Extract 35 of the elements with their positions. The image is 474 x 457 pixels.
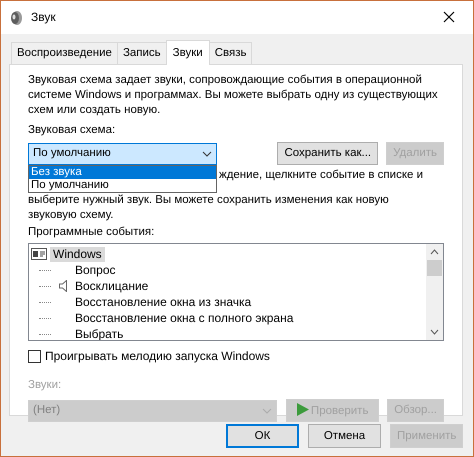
dropdown-option[interactable]: Без звука (29, 166, 216, 178)
window-title: Звук (31, 10, 57, 25)
description-text: Звуковая схема задает звуки, сопровождающие события в операционной системе Windows и программах. Вы можете выбрать одну из существующих схем или создать новую. (28, 73, 439, 118)
save-as-button[interactable]: Сохранить как... (277, 142, 378, 165)
tree-row[interactable]: Вопрос (31, 262, 424, 278)
scroll-up-icon[interactable] (430, 249, 439, 255)
tree-item[interactable]: Windows (50, 246, 105, 262)
hint-text: ждение, щелкните событие в списке и (219, 168, 424, 183)
dialog-button[interactable]: ОК (226, 424, 299, 448)
checkbox-label[interactable]: Проигрывать мелодию запуска Windows (45, 349, 270, 364)
tree-row[interactable]: Восстановление окна с полного экрана (31, 310, 424, 326)
tree-row[interactable]: Выбрать (31, 326, 424, 340)
play-icon (296, 402, 309, 416)
window-icon (31, 248, 47, 260)
field-label: Звуки: (28, 378, 62, 393)
speaker-icon (9, 10, 23, 26)
field-label: Программные события: (28, 225, 156, 240)
dialog-button[interactable]: Отмена (308, 424, 381, 448)
chevron-icon (202, 150, 212, 156)
tab[interactable]: Воспроизведение (11, 42, 118, 64)
scroll-thumb[interactable] (427, 260, 442, 276)
chevron-icon (262, 408, 272, 414)
scheme-dropdown[interactable]: По умолчанию (28, 142, 217, 164)
scrollbar[interactable] (426, 244, 443, 340)
hint-text: звуковую схему. (28, 208, 114, 223)
field-label: Звуковая схема: (28, 123, 116, 138)
dropdown-option[interactable]: По умолчанию (29, 178, 216, 192)
hint-text: выберите нужный звук. Вы можете сохранить изменения как новую (28, 193, 390, 208)
tree-row[interactable]: Восстановление окна из значка (31, 294, 424, 310)
tab[interactable]: Связь (208, 42, 252, 64)
tree-row[interactable]: Восклицание (31, 278, 424, 294)
checkbox[interactable] (28, 350, 41, 363)
scroll-down-icon[interactable] (430, 329, 439, 335)
close-icon[interactable] (443, 11, 455, 24)
tab[interactable]: Звуки (166, 40, 210, 65)
